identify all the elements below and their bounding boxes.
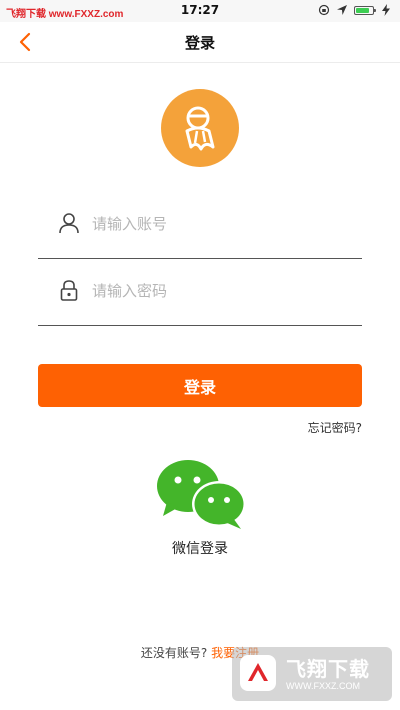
- username-field: [38, 194, 362, 259]
- navigation-bar: 登录: [0, 22, 400, 63]
- watermark-logo-icon: [240, 655, 276, 691]
- lock-icon: [60, 280, 78, 301]
- watermark-url: WWW.FXXZ.COM: [286, 681, 360, 691]
- ninja-logo-icon: [185, 106, 215, 151]
- watermark-text: 飞翔下载: [286, 657, 370, 681]
- app-logo-avatar: [161, 89, 239, 167]
- page-title: 登录: [184, 34, 215, 52]
- status-bar: 飞翔下载 www.FXXZ.com 17:27: [0, 0, 400, 22]
- wechat-login-label[interactable]: 微信登录: [0, 538, 400, 558]
- register-prompt-text: 还没有账号?: [140, 646, 208, 660]
- password-input[interactable]: [90, 277, 354, 305]
- forgot-password-link[interactable]: 忘记密码?: [308, 419, 362, 436]
- watermark: 飞翔下载 WWW.FXXZ.COM: [232, 647, 392, 701]
- password-field: [38, 261, 362, 326]
- charging-bolt-icon: [382, 4, 390, 16]
- orientation-lock-icon: [318, 4, 330, 16]
- battery-icon: [354, 5, 376, 15]
- login-button[interactable]: 登录: [38, 364, 362, 407]
- battery-level: [356, 7, 369, 13]
- status-bar-icons: [318, 4, 392, 16]
- username-input[interactable]: [90, 210, 354, 238]
- user-icon: [59, 213, 79, 234]
- wechat-icon[interactable]: [155, 458, 247, 530]
- location-arrow-icon: [337, 5, 347, 15]
